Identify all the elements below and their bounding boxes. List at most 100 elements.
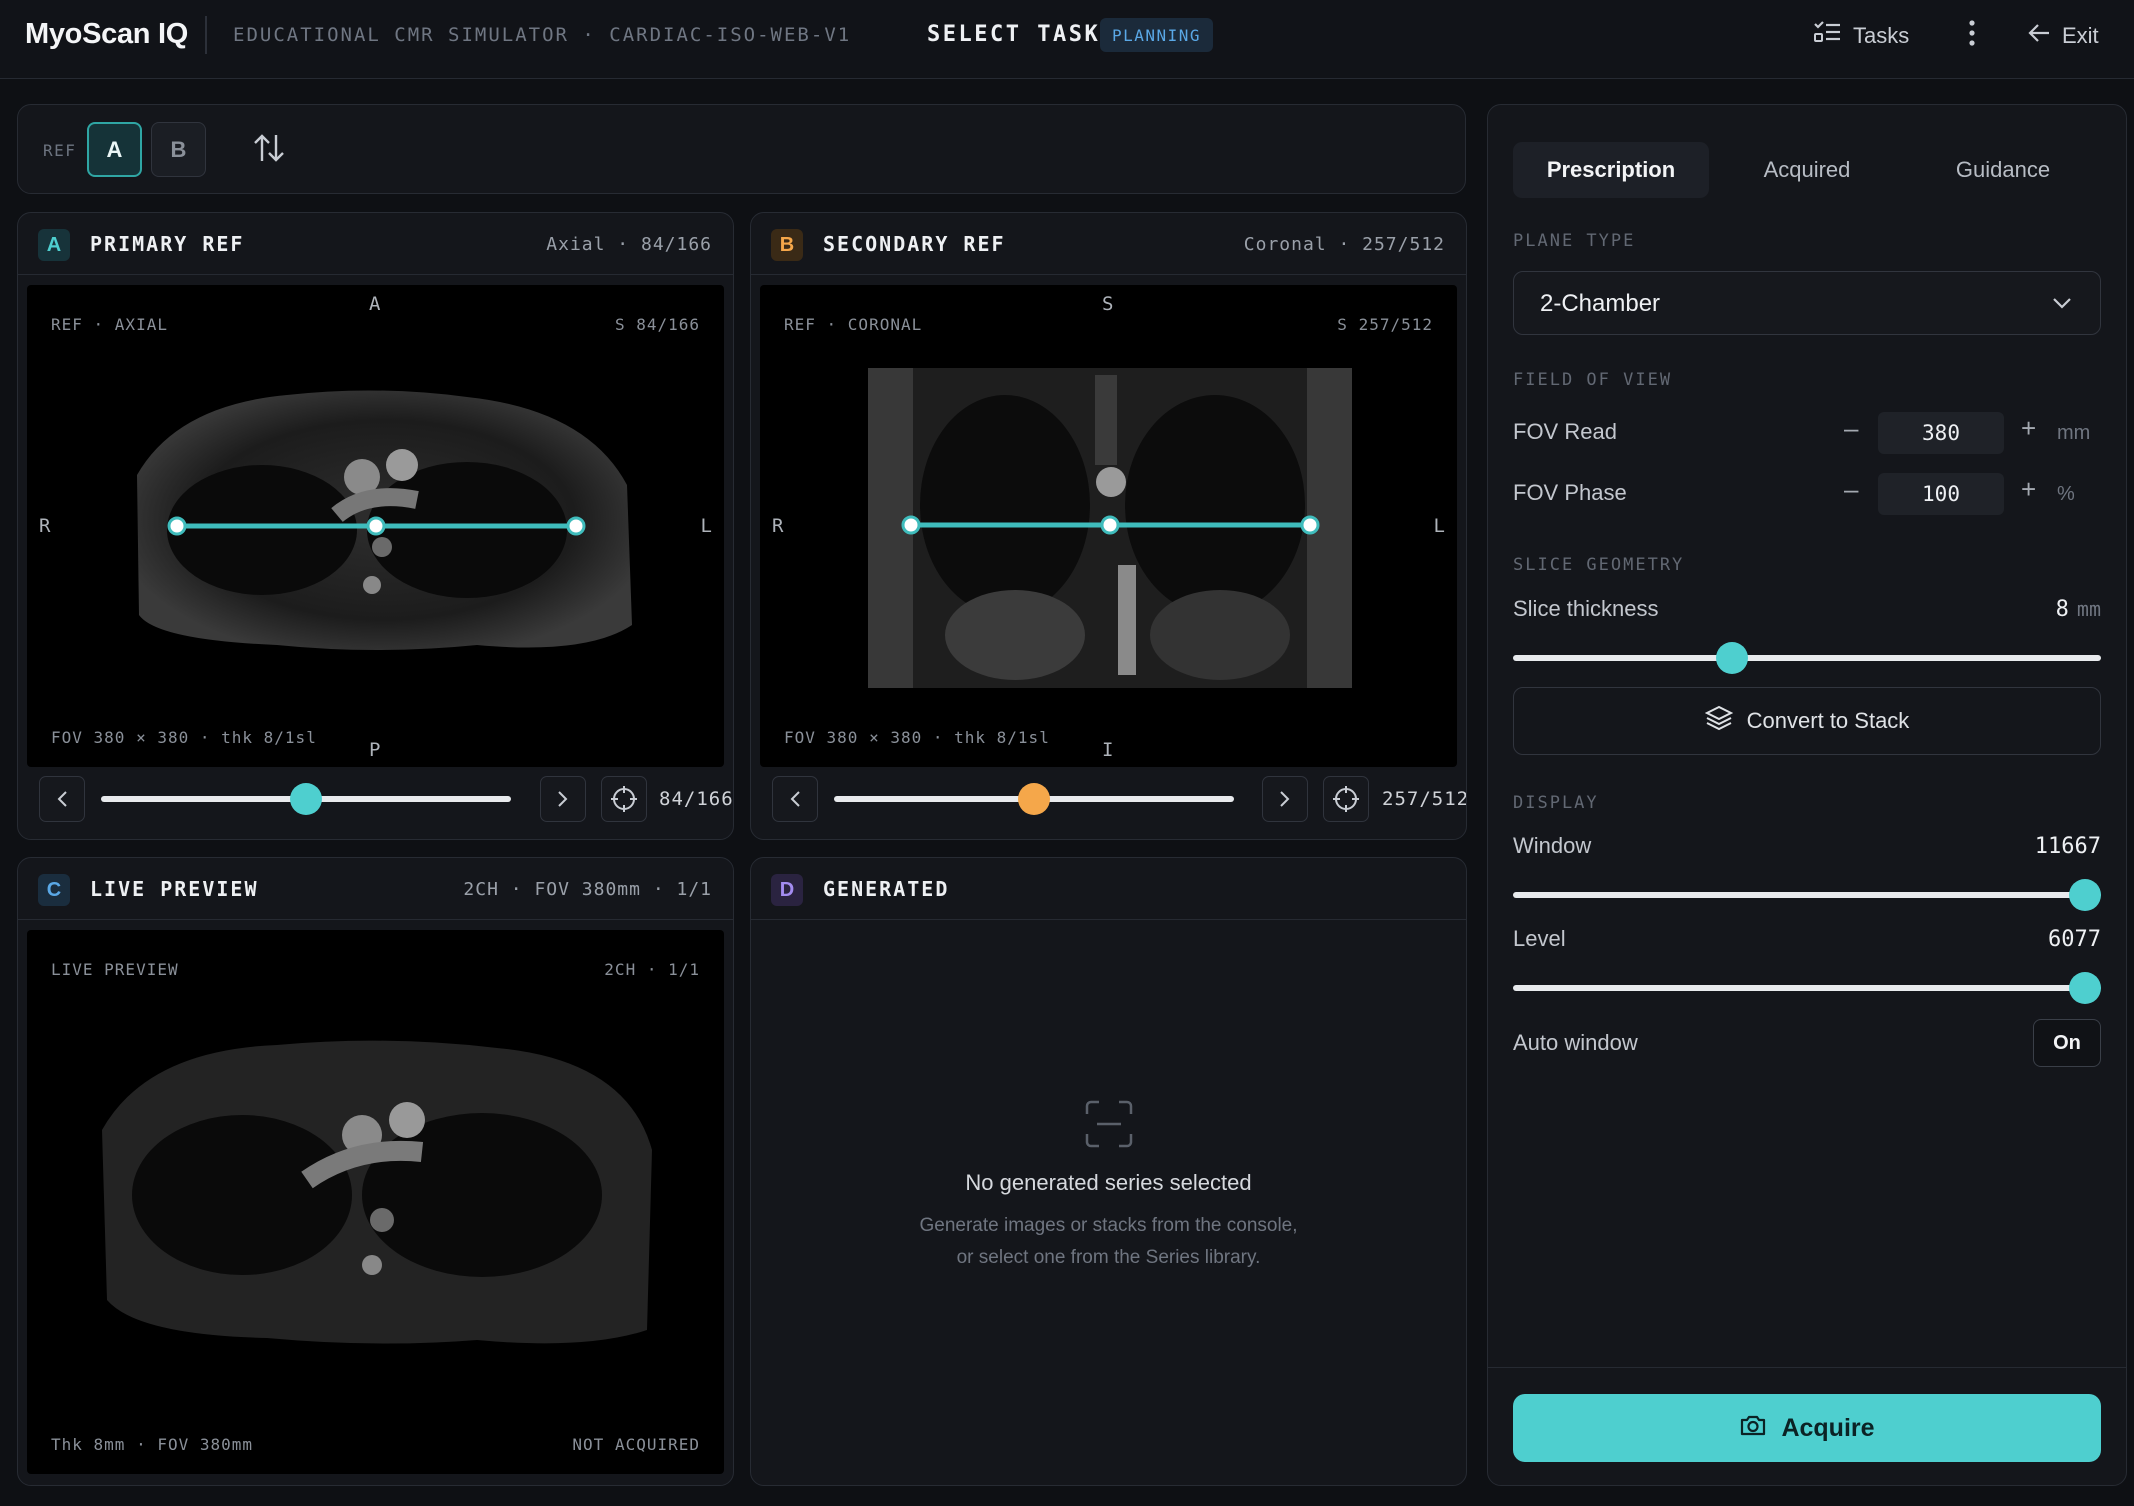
- status-badge: PLANNING: [1100, 18, 1214, 52]
- viewer-a-header: A PRIMARY REF Axial · 84/166: [18, 213, 733, 275]
- plane-type-label: PLANE TYPE: [1513, 231, 1636, 251]
- slice-slider-thumb[interactable]: [290, 783, 322, 815]
- level-value: 6077: [2048, 927, 2101, 952]
- fov-phase-unit: %: [2057, 483, 2075, 505]
- prescription-panel: Prescription Acquired Guidance PLANE TYP…: [1487, 104, 2127, 1486]
- viewer-b-badge: B: [771, 229, 803, 261]
- slice-thickness-thumb[interactable]: [1716, 642, 1748, 674]
- exit-button[interactable]: Exit: [2028, 18, 2099, 54]
- fov-phase-increment[interactable]: +: [2021, 474, 2036, 505]
- next-slice-button[interactable]: [1262, 776, 1308, 822]
- auto-window-toggle[interactable]: On: [2033, 1019, 2101, 1067]
- plan-line-handle-end: [566, 516, 586, 536]
- plan-line-handle-start: [901, 515, 921, 535]
- slice-thickness-value: 8: [2055, 597, 2069, 622]
- slice-slider-thumb[interactable]: [1018, 783, 1050, 815]
- viewer-c-header: C LIVE PREVIEW 2CH · FOV 380mm · 1/1: [18, 858, 733, 920]
- tab-guidance[interactable]: Guidance: [1905, 142, 2101, 198]
- slice-thickness-track[interactable]: [1513, 655, 2101, 661]
- app-brand: MyoScan IQ: [25, 18, 188, 50]
- plan-line-overlay[interactable]: [760, 285, 1457, 767]
- viewer-live-preview: C LIVE PREVIEW 2CH · FOV 380mm · 1/1 LIV…: [17, 857, 734, 1486]
- more-menu-button[interactable]: [1962, 18, 1982, 54]
- chevron-left-icon: [57, 791, 67, 807]
- checklist-icon: [1813, 20, 1841, 52]
- viewer-c-badge: C: [38, 874, 70, 906]
- side-tabs: Prescription Acquired Guidance: [1513, 142, 2101, 198]
- viewer-generated: D GENERATED No generated series selected…: [750, 857, 1467, 1486]
- fov-read-input[interactable]: 380: [1878, 412, 2004, 454]
- display-section-label: DISPLAY: [1513, 793, 1599, 813]
- viewer-a-badge: A: [38, 229, 70, 261]
- prev-slice-button[interactable]: [39, 776, 85, 822]
- viewer-a-title: PRIMARY REF: [90, 232, 245, 256]
- level-slider-thumb[interactable]: [2069, 972, 2101, 1004]
- fov-phase-label: FOV Phase: [1513, 480, 1627, 505]
- viewer-c-image[interactable]: LIVE PREVIEW 2CH · 1/1 Thk 8mm · FOV 380…: [27, 930, 724, 1474]
- viewer-c-meta: 2CH · FOV 380mm · 1/1: [463, 879, 712, 900]
- viewer-secondary-ref: B SECONDARY REF Coronal · 257/512 REF · …: [750, 212, 1467, 840]
- viewer-a-controls: 84/166: [39, 776, 733, 826]
- convert-to-stack-button[interactable]: Convert to Stack: [1513, 687, 2101, 755]
- fov-read-decrement[interactable]: –: [1844, 413, 1858, 444]
- viewer-a-image[interactable]: REF · AXIAL S 84/166 FOV 380 × 380 · thk…: [27, 285, 724, 767]
- plan-line-handle-center: [366, 516, 386, 536]
- tab-acquired[interactable]: Acquired: [1709, 142, 1905, 198]
- task-title[interactable]: SELECT TASK: [927, 22, 1100, 47]
- fov-phase-input[interactable]: 100: [1878, 473, 2004, 515]
- exit-label: Exit: [2062, 23, 2099, 48]
- plane-type-value: 2-Chamber: [1540, 290, 1661, 317]
- layers-icon: [1704, 705, 1733, 737]
- chevron-right-icon: [558, 791, 568, 807]
- fov-read-label: FOV Read: [1513, 419, 1617, 444]
- window-value: 11667: [2034, 834, 2101, 859]
- viewer-b-header: B SECONDARY REF Coronal · 257/512: [751, 213, 1466, 275]
- scan-frame-icon: [751, 1100, 1466, 1148]
- slice-thickness-label: Slice thickness: [1513, 596, 1659, 621]
- brand-divider: [205, 16, 207, 54]
- viewer-b-title: SECONDARY REF: [823, 232, 1006, 256]
- slice-thickness-unit: mm: [2076, 597, 2101, 621]
- tasks-label: Tasks: [1853, 23, 1910, 48]
- next-slice-button[interactable]: [540, 776, 586, 822]
- viewer-b-image[interactable]: REF · CORONAL S 257/512 FOV 380 × 380 · …: [760, 285, 1457, 767]
- viewer-b-meta: Coronal · 257/512: [1243, 234, 1445, 255]
- camera-icon: [1739, 1413, 1767, 1444]
- plan-line-overlay[interactable]: [27, 285, 724, 767]
- chevron-right-icon: [1280, 791, 1290, 807]
- slice-geometry-label: SLICE GEOMETRY: [1513, 555, 1685, 575]
- empty-state-body: Generate images or stacks from the conso…: [919, 1215, 1298, 1268]
- slice-counter: 257/512: [1382, 788, 1467, 810]
- chevron-left-icon: [790, 791, 800, 807]
- tasks-button[interactable]: Tasks: [1813, 18, 1909, 54]
- side-footer-divider: [1488, 1367, 2126, 1368]
- viewer-c-overlay-tr: 2CH · 1/1: [604, 960, 700, 979]
- slice-thickness-readout: 8 mm: [2056, 597, 2101, 622]
- level-label: Level: [1513, 926, 1566, 951]
- ref-b-button[interactable]: B: [151, 122, 206, 177]
- plan-line-handle-end: [1300, 515, 1320, 535]
- viewer-d-badge: D: [771, 874, 803, 906]
- prev-slice-button[interactable]: [772, 776, 818, 822]
- convert-to-stack-label: Convert to Stack: [1746, 708, 1910, 733]
- center-crosshair-button[interactable]: [1323, 776, 1369, 822]
- viewer-c-overlay-bl: Thk 8mm · FOV 380mm: [51, 1435, 254, 1454]
- swap-references-button[interactable]: [250, 131, 288, 169]
- plane-type-select[interactable]: 2-Chamber: [1513, 271, 2101, 335]
- viewer-a-meta: Axial · 84/166: [546, 234, 712, 255]
- window-slider-thumb[interactable]: [2069, 879, 2101, 911]
- level-slider-track[interactable]: [1513, 985, 2101, 991]
- window-label: Window: [1513, 833, 1592, 858]
- center-crosshair-button[interactable]: [601, 776, 647, 822]
- viewer-c-title: LIVE PREVIEW: [90, 877, 259, 901]
- fov-phase-decrement[interactable]: –: [1844, 474, 1858, 505]
- reference-toolbar: REF A B: [17, 104, 1466, 194]
- fov-read-increment[interactable]: +: [2021, 413, 2036, 444]
- ref-a-button[interactable]: A: [87, 122, 142, 177]
- arrow-left-icon: [2028, 23, 2050, 49]
- slice-counter: 84/166: [659, 788, 734, 810]
- tab-prescription[interactable]: Prescription: [1513, 142, 1709, 198]
- generated-empty-state: No generated series selected Generate im…: [751, 1100, 1466, 1274]
- window-slider-track[interactable]: [1513, 892, 2101, 898]
- acquire-button[interactable]: Acquire: [1513, 1394, 2101, 1462]
